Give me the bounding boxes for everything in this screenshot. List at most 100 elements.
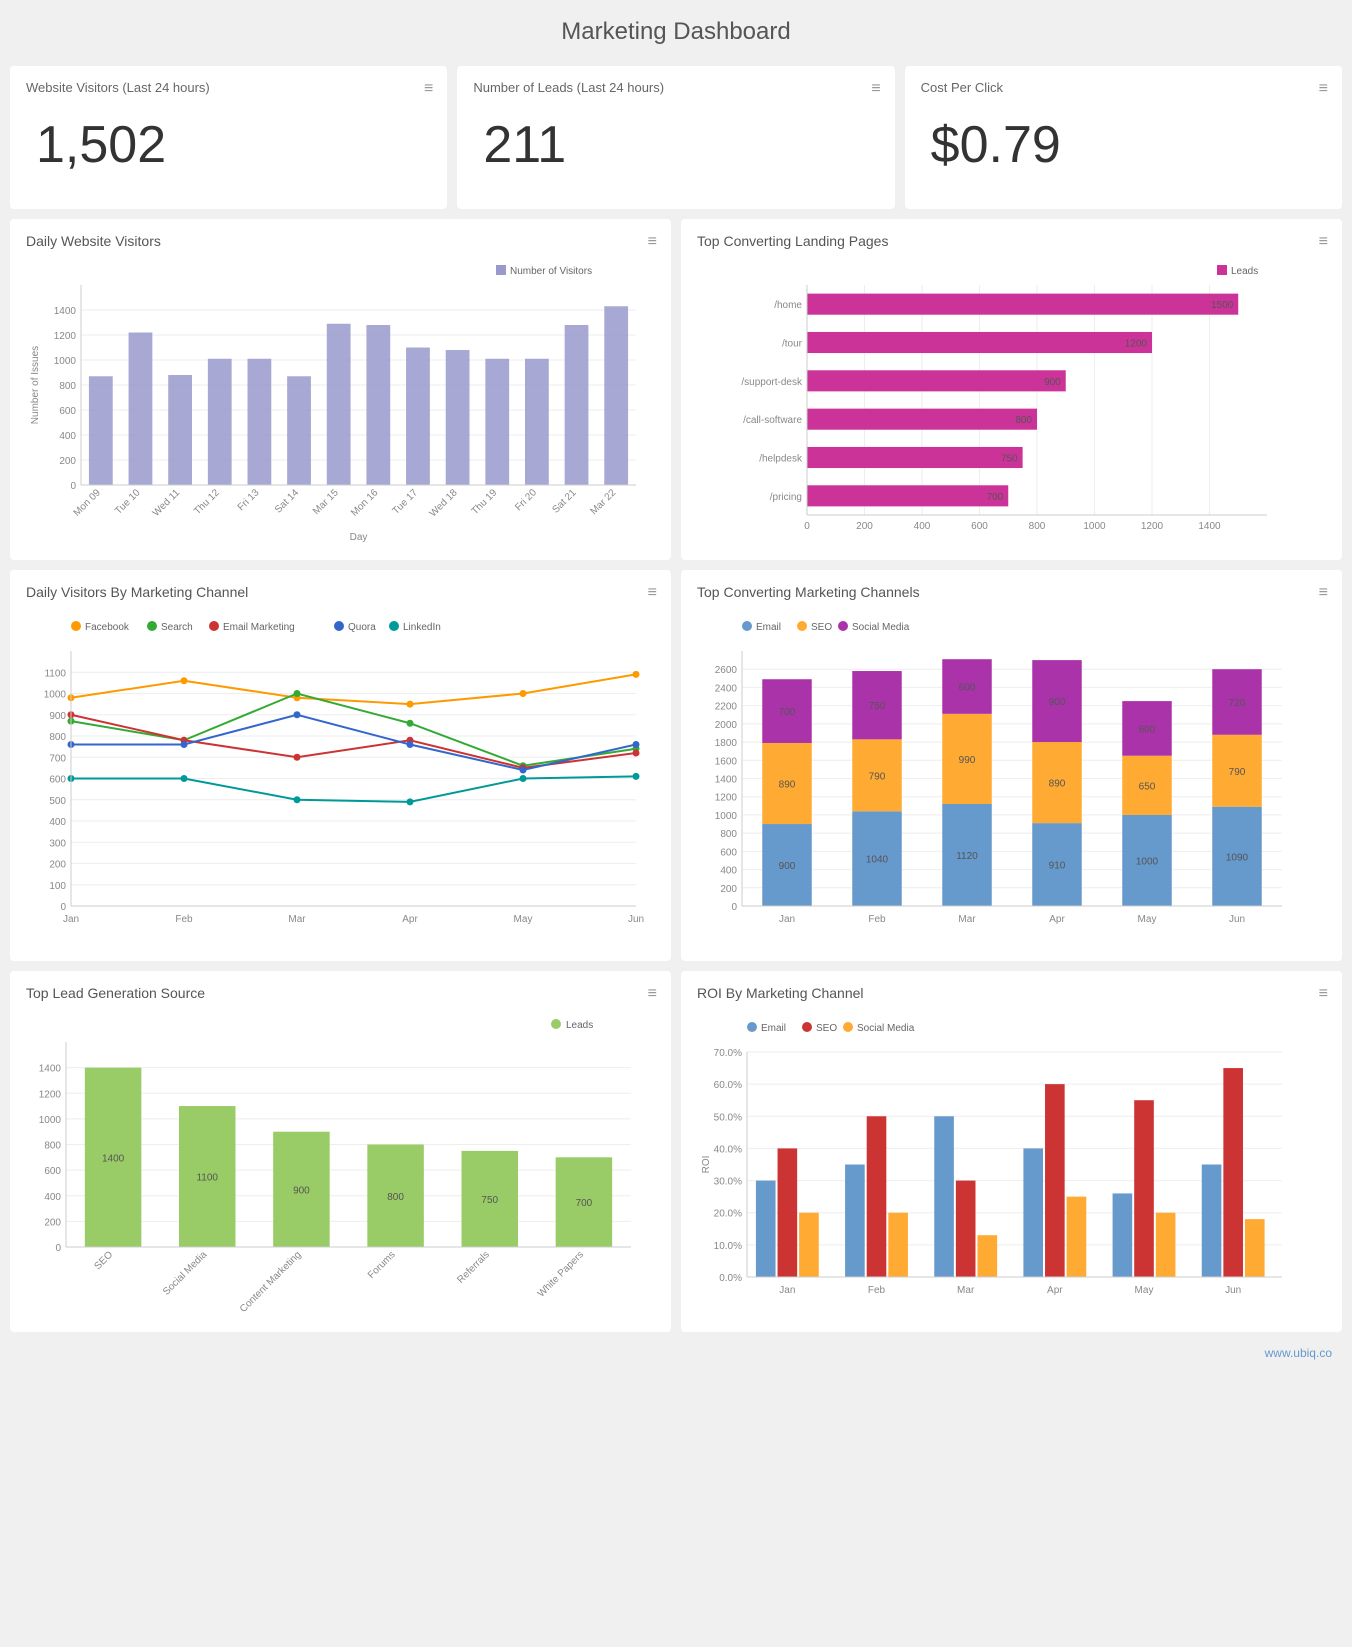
svg-text:1200: 1200 (54, 331, 77, 342)
svg-text:Thu 12: Thu 12 (192, 487, 222, 517)
svg-text:900: 900 (49, 711, 66, 722)
svg-text:30.0%: 30.0% (714, 1177, 742, 1188)
svg-text:1400: 1400 (39, 1064, 62, 1075)
svg-text:/helpdesk: /helpdesk (759, 454, 803, 465)
svg-text:1120: 1120 (956, 851, 978, 862)
row-charts-3: Top Lead Generation Source ≡ 02004006008… (10, 971, 1342, 1332)
roi-chart: ROI By Marketing Channel ≡ 0.0%10.0%20.0… (681, 971, 1342, 1332)
svg-text:1200: 1200 (715, 793, 738, 804)
svg-text:Email Marketing: Email Marketing (223, 622, 295, 633)
svg-text:0.0%: 0.0% (719, 1273, 742, 1284)
menu-icon-cv[interactable]: ≡ (648, 584, 657, 602)
svg-text:Leads: Leads (566, 1020, 593, 1031)
svg-text:Quora: Quora (348, 622, 376, 633)
svg-text:Social Media: Social Media (857, 1023, 915, 1034)
menu-icon-visitors[interactable]: ≡ (424, 80, 433, 98)
svg-text:/call-software: /call-software (743, 415, 802, 426)
svg-text:Apr: Apr (402, 914, 418, 925)
svg-text:Jan: Jan (779, 1285, 795, 1296)
landing-pages-title: Top Converting Landing Pages (697, 233, 1326, 249)
svg-text:0: 0 (55, 1243, 61, 1254)
svg-text:1400: 1400 (102, 1153, 125, 1164)
svg-text:May: May (1135, 1285, 1154, 1296)
top-channels-chart: Top Converting Marketing Channels ≡ 0200… (681, 570, 1342, 961)
svg-text:600: 600 (44, 1166, 61, 1177)
svg-text:20.0%: 20.0% (714, 1209, 742, 1220)
svg-text:200: 200 (49, 860, 66, 871)
svg-text:1090: 1090 (1226, 852, 1249, 863)
svg-text:Mar 22: Mar 22 (589, 487, 619, 517)
stat-value-visitors: 1,502 (26, 105, 431, 195)
svg-text:LinkedIn: LinkedIn (403, 622, 441, 633)
svg-text:300: 300 (49, 838, 66, 849)
svg-text:600: 600 (959, 683, 976, 694)
svg-text:Referrals: Referrals (455, 1249, 491, 1285)
svg-text:Jun: Jun (1225, 1285, 1241, 1296)
svg-text:600: 600 (971, 521, 988, 532)
menu-icon-cpc[interactable]: ≡ (1319, 80, 1328, 98)
svg-text:0: 0 (804, 521, 810, 532)
svg-text:Email: Email (756, 622, 781, 633)
svg-text:Jan: Jan (779, 914, 795, 925)
svg-text:May: May (1138, 914, 1157, 925)
stat-label-visitors: Website Visitors (Last 24 hours) (26, 80, 431, 95)
svg-text:900: 900 (1049, 697, 1066, 708)
channel-visitors-title: Daily Visitors By Marketing Channel (26, 584, 655, 600)
svg-text:990: 990 (959, 755, 976, 766)
svg-text:ROI: ROI (701, 1156, 712, 1174)
svg-text:400: 400 (49, 817, 66, 828)
row-charts-1: Daily Website Visitors ≡ 020040060080010… (10, 219, 1342, 560)
menu-icon-roi[interactable]: ≡ (1319, 985, 1328, 1003)
svg-text:2600: 2600 (715, 665, 738, 676)
svg-text:1400: 1400 (715, 775, 738, 786)
svg-text:40.0%: 40.0% (714, 1144, 742, 1155)
top-channels-title: Top Converting Marketing Channels (697, 584, 1326, 600)
stat-card-visitors: Website Visitors (Last 24 hours) ≡ 1,502 (10, 66, 447, 209)
svg-text:Tue 17: Tue 17 (391, 487, 421, 517)
svg-text:800: 800 (44, 1141, 61, 1152)
svg-text:Mar: Mar (958, 914, 976, 925)
svg-text:Mar: Mar (957, 1285, 975, 1296)
stat-value-cpc: $0.79 (921, 105, 1326, 195)
svg-text:SEO: SEO (92, 1249, 115, 1272)
svg-text:1040: 1040 (866, 855, 889, 866)
menu-icon-tc[interactable]: ≡ (1319, 584, 1328, 602)
svg-text:910: 910 (1049, 861, 1066, 872)
svg-text:0: 0 (70, 481, 76, 492)
svg-text:Thu 19: Thu 19 (470, 487, 500, 517)
menu-icon-leads[interactable]: ≡ (871, 80, 880, 98)
svg-text:0: 0 (731, 902, 737, 913)
svg-text:1000: 1000 (54, 356, 77, 367)
svg-text:400: 400 (44, 1192, 61, 1203)
svg-text:790: 790 (869, 771, 886, 782)
svg-text:70.0%: 70.0% (714, 1048, 742, 1059)
svg-text:Wed 11: Wed 11 (151, 487, 183, 519)
svg-text:2200: 2200 (715, 702, 738, 713)
svg-text:1400: 1400 (54, 306, 77, 317)
svg-text:1000: 1000 (1083, 521, 1106, 532)
svg-text:700: 700 (987, 492, 1004, 503)
svg-text:200: 200 (59, 456, 76, 467)
menu-icon-lp[interactable]: ≡ (1319, 233, 1328, 251)
svg-text:Content Marketing: Content Marketing (238, 1249, 304, 1315)
svg-text:Jun: Jun (628, 914, 644, 925)
svg-text:400: 400 (720, 866, 737, 877)
svg-text:400: 400 (914, 521, 931, 532)
menu-icon-ls[interactable]: ≡ (648, 985, 657, 1003)
svg-text:200: 200 (856, 521, 873, 532)
svg-text:60.0%: 60.0% (714, 1080, 742, 1091)
channel-visitors-chart: Daily Visitors By Marketing Channel ≡ 01… (10, 570, 671, 961)
svg-text:/pricing: /pricing (770, 492, 802, 503)
stat-label-cpc: Cost Per Click (921, 80, 1326, 95)
menu-icon-dv[interactable]: ≡ (648, 233, 657, 251)
svg-text:600: 600 (1139, 724, 1156, 735)
svg-text:May: May (514, 914, 533, 925)
svg-text:Sat 14: Sat 14 (273, 487, 302, 516)
svg-text:1500: 1500 (1211, 300, 1234, 311)
lead-source-title: Top Lead Generation Source (26, 985, 655, 1001)
svg-text:Number of Visitors: Number of Visitors (510, 266, 592, 277)
svg-text:Apr: Apr (1047, 1285, 1063, 1296)
svg-text:1000: 1000 (39, 1115, 62, 1126)
svg-text:Mon 09: Mon 09 (72, 487, 104, 519)
svg-text:Number of Issues: Number of Issues (30, 346, 41, 424)
